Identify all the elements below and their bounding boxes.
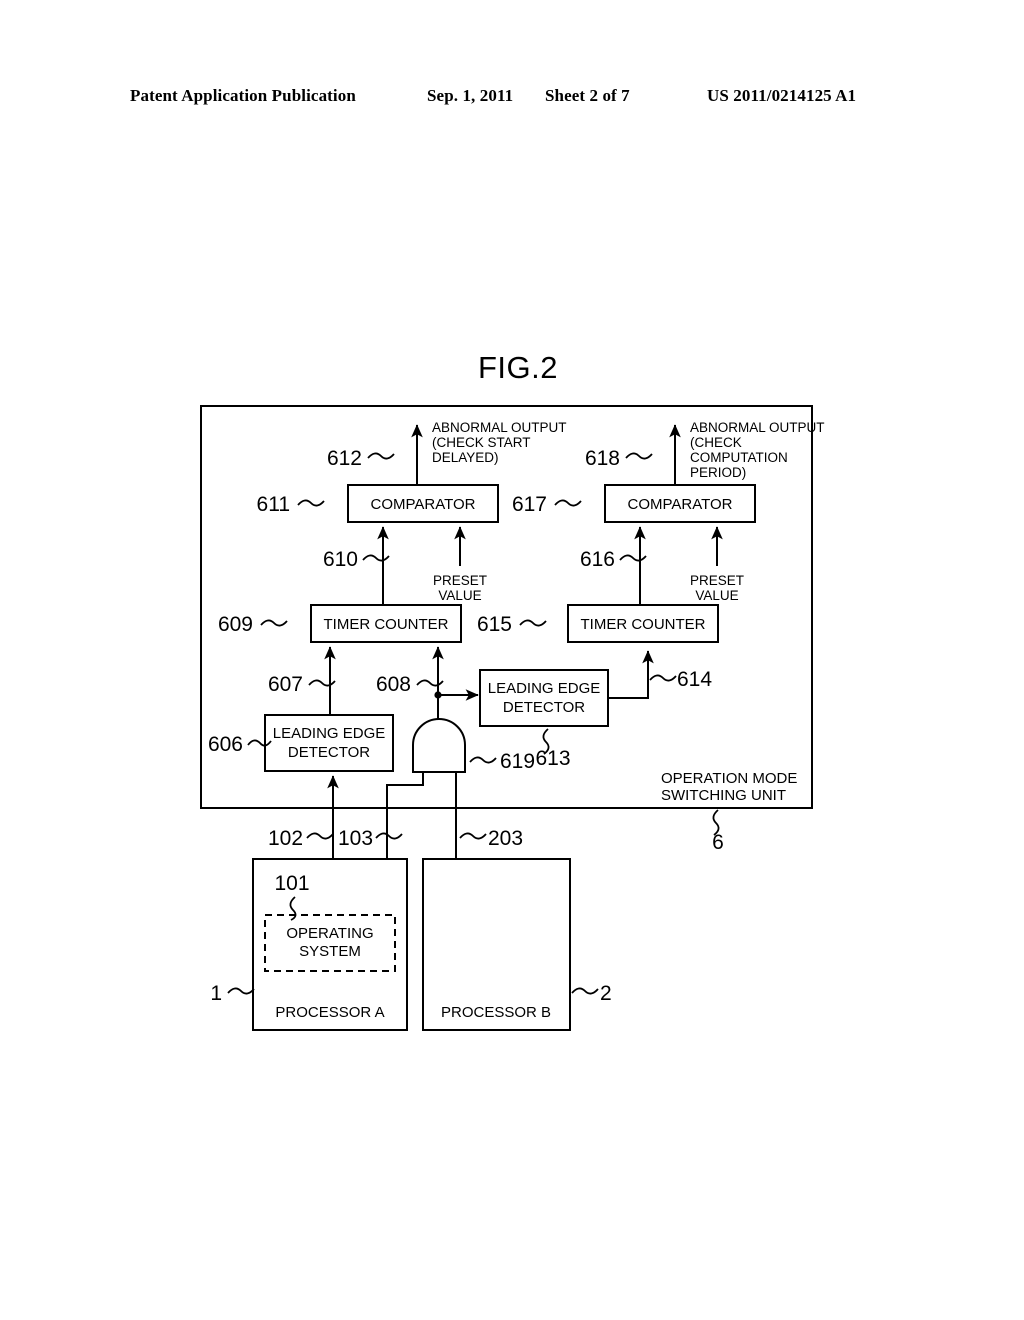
and-gate-input-a-wire <box>386 772 424 859</box>
ref-1-leader <box>227 987 255 995</box>
preset-left-line1: PRESET <box>433 573 487 588</box>
abnormal-output-left-line2: (CHECK START <box>432 435 531 450</box>
ref-615: 615 <box>477 613 512 636</box>
leading-edge-detector-left-box <box>264 714 394 772</box>
operating-system-label-line1: OPERATING <box>286 925 373 942</box>
ref-614: 614 <box>677 668 712 691</box>
abnormal-output-right-line4: PERIOD) <box>690 465 746 480</box>
abnormal-output-left-line1: ABNORMAL OUTPUT <box>432 420 567 435</box>
ref-103: 103 <box>338 827 373 850</box>
ref-608: 608 <box>376 673 411 696</box>
ref-619: 619 <box>500 750 535 773</box>
abnormal-output-left-line3: DELAYED) <box>432 450 499 465</box>
ref-610: 610 <box>323 548 358 571</box>
operation-mode-switching-unit-label-line1: OPERATION MODE <box>661 770 797 787</box>
ref-101: 101 <box>274 872 309 895</box>
comparator-left-label: COMPARATOR <box>370 496 475 513</box>
ref-1: 1 <box>210 982 222 1005</box>
processor-a-label: PROCESSOR A <box>275 1004 384 1021</box>
abnormal-output-right-line2: (CHECK <box>690 435 742 450</box>
timer-counter-left-label: TIMER COUNTER <box>324 616 449 633</box>
processor-b-label: PROCESSOR B <box>441 1004 551 1021</box>
figure-diagram: ABNORMAL OUTPUT (CHECK START DELAYED) 61… <box>0 0 1024 1320</box>
ref-102-leader <box>306 832 334 840</box>
preset-right-line1: PRESET <box>690 573 744 588</box>
ref-103-leader <box>375 832 403 840</box>
ref-6: 6 <box>712 831 724 854</box>
ref-203-leader <box>459 832 487 840</box>
preset-right-line2: VALUE <box>695 588 738 603</box>
abnormal-output-right-line1: ABNORMAL OUTPUT <box>690 420 825 435</box>
leading-edge-detector-right-label-line2: DETECTOR <box>503 699 585 716</box>
ref-618: 618 <box>585 447 620 470</box>
preset-left-line2: VALUE <box>438 588 481 603</box>
operation-mode-switching-unit-label-line2: SWITCHING UNIT <box>661 787 786 804</box>
ref-606: 606 <box>208 733 243 756</box>
ref-102: 102 <box>268 827 303 850</box>
ref-2: 2 <box>600 982 612 1005</box>
ref-616: 616 <box>580 548 615 571</box>
ref-611: 611 <box>257 493 290 516</box>
leading-edge-detector-right-box <box>479 669 609 727</box>
abnormal-output-right-line3: COMPUTATION <box>690 450 788 465</box>
comparator-right-label: COMPARATOR <box>627 496 732 513</box>
timer-counter-right-label: TIMER COUNTER <box>581 616 706 633</box>
ref-613: 613 <box>535 747 570 770</box>
operating-system-label-line2: SYSTEM <box>299 943 361 960</box>
ref-2-leader <box>571 987 599 995</box>
and-gate-shape <box>412 718 466 773</box>
leading-edge-detector-right-label-line1: LEADING EDGE <box>488 680 601 697</box>
ref-609: 609 <box>218 613 253 636</box>
leading-edge-detector-left-label-line1: LEADING EDGE <box>273 725 386 742</box>
leading-edge-detector-left-label-line2: DETECTOR <box>288 744 370 761</box>
ref-617: 617 <box>512 493 547 516</box>
ref-203: 203 <box>488 827 523 850</box>
ref-607: 607 <box>268 673 303 696</box>
ref-612: 612 <box>327 447 362 470</box>
